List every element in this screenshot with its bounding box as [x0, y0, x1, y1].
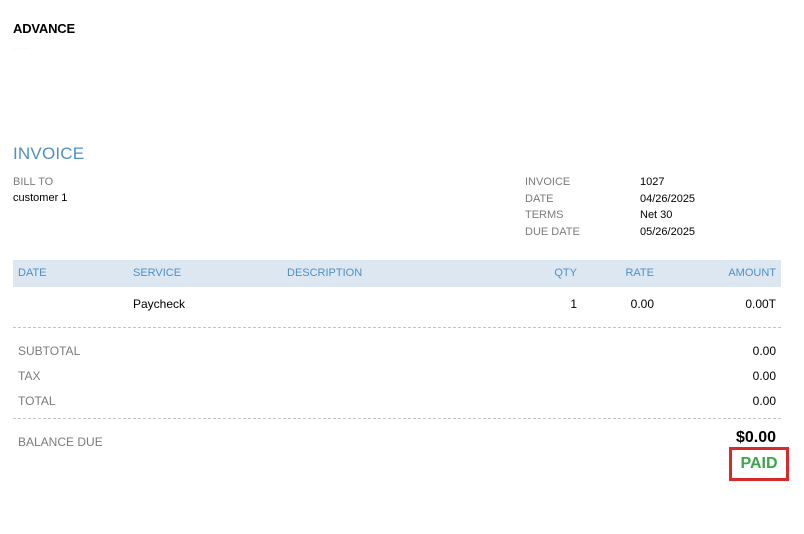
header-description: DESCRIPTION: [287, 267, 363, 279]
paid-stamp: PAID: [729, 447, 789, 481]
subtotal-value: 0.00: [752, 344, 776, 358]
table-row: Paycheck 1 0.00 0.00T: [13, 291, 781, 318]
meta-value: 04/26/2025: [640, 192, 696, 205]
divider: [13, 327, 781, 328]
bill-to-label: BILL TO: [13, 176, 54, 188]
balance-due-value: $0.00: [735, 429, 776, 446]
header-amount: AMOUNT: [728, 267, 776, 279]
company-address: · · · · ·: [13, 46, 30, 52]
meta-row-invoice-number: INVOICE 1027: [525, 176, 695, 193]
header-service: SERVICE: [133, 267, 182, 279]
tax-label: TAX: [18, 369, 41, 383]
row-qty: 1: [570, 297, 577, 311]
subtotal-row: SUBTOTAL 0.00: [13, 344, 781, 360]
header-date: DATE: [18, 267, 47, 279]
meta-label: INVOICE: [525, 176, 571, 188]
bill-to-value: customer 1: [13, 192, 68, 204]
meta-value: 05/26/2025: [640, 225, 696, 238]
meta-label: DATE: [525, 192, 554, 205]
total-row: TOTAL 0.00: [13, 394, 781, 410]
row-rate: 0.00: [630, 297, 654, 311]
tax-row: TAX 0.00: [13, 369, 781, 385]
balance-due-label: BALANCE DUE: [18, 435, 103, 449]
header-qty: QTY: [554, 267, 577, 279]
row-amount: 0.00T: [745, 297, 776, 311]
tax-value: 0.00: [752, 369, 776, 383]
invoice-meta: INVOICE 1027 DATE 04/26/2025 TERMS Net 3…: [525, 176, 695, 242]
meta-row-terms: TERMS Net 30: [525, 209, 695, 226]
header-rate: RATE: [625, 267, 654, 279]
subtotal-label: SUBTOTAL: [18, 344, 81, 358]
row-service: Paycheck: [133, 297, 186, 311]
items-table-header: DATE SERVICE DESCRIPTION QTY RATE AMOUNT: [13, 260, 781, 287]
total-value: 0.00: [752, 394, 776, 408]
company-name: ADVANCE: [13, 21, 75, 36]
invoice-title: INVOICE: [13, 144, 85, 163]
meta-row-date: DATE 04/26/2025: [525, 193, 695, 210]
meta-label: DUE DATE: [525, 225, 580, 238]
meta-row-due-date: DUE DATE 05/26/2025: [525, 226, 695, 243]
meta-label: TERMS: [525, 209, 564, 221]
meta-value: Net 30: [640, 209, 673, 221]
total-label: TOTAL: [18, 394, 56, 408]
meta-value: 1027: [640, 176, 665, 188]
invoice-page: ADVANCE · · · · · INVOICE BILL TO custom…: [0, 0, 804, 534]
divider: [13, 418, 781, 419]
